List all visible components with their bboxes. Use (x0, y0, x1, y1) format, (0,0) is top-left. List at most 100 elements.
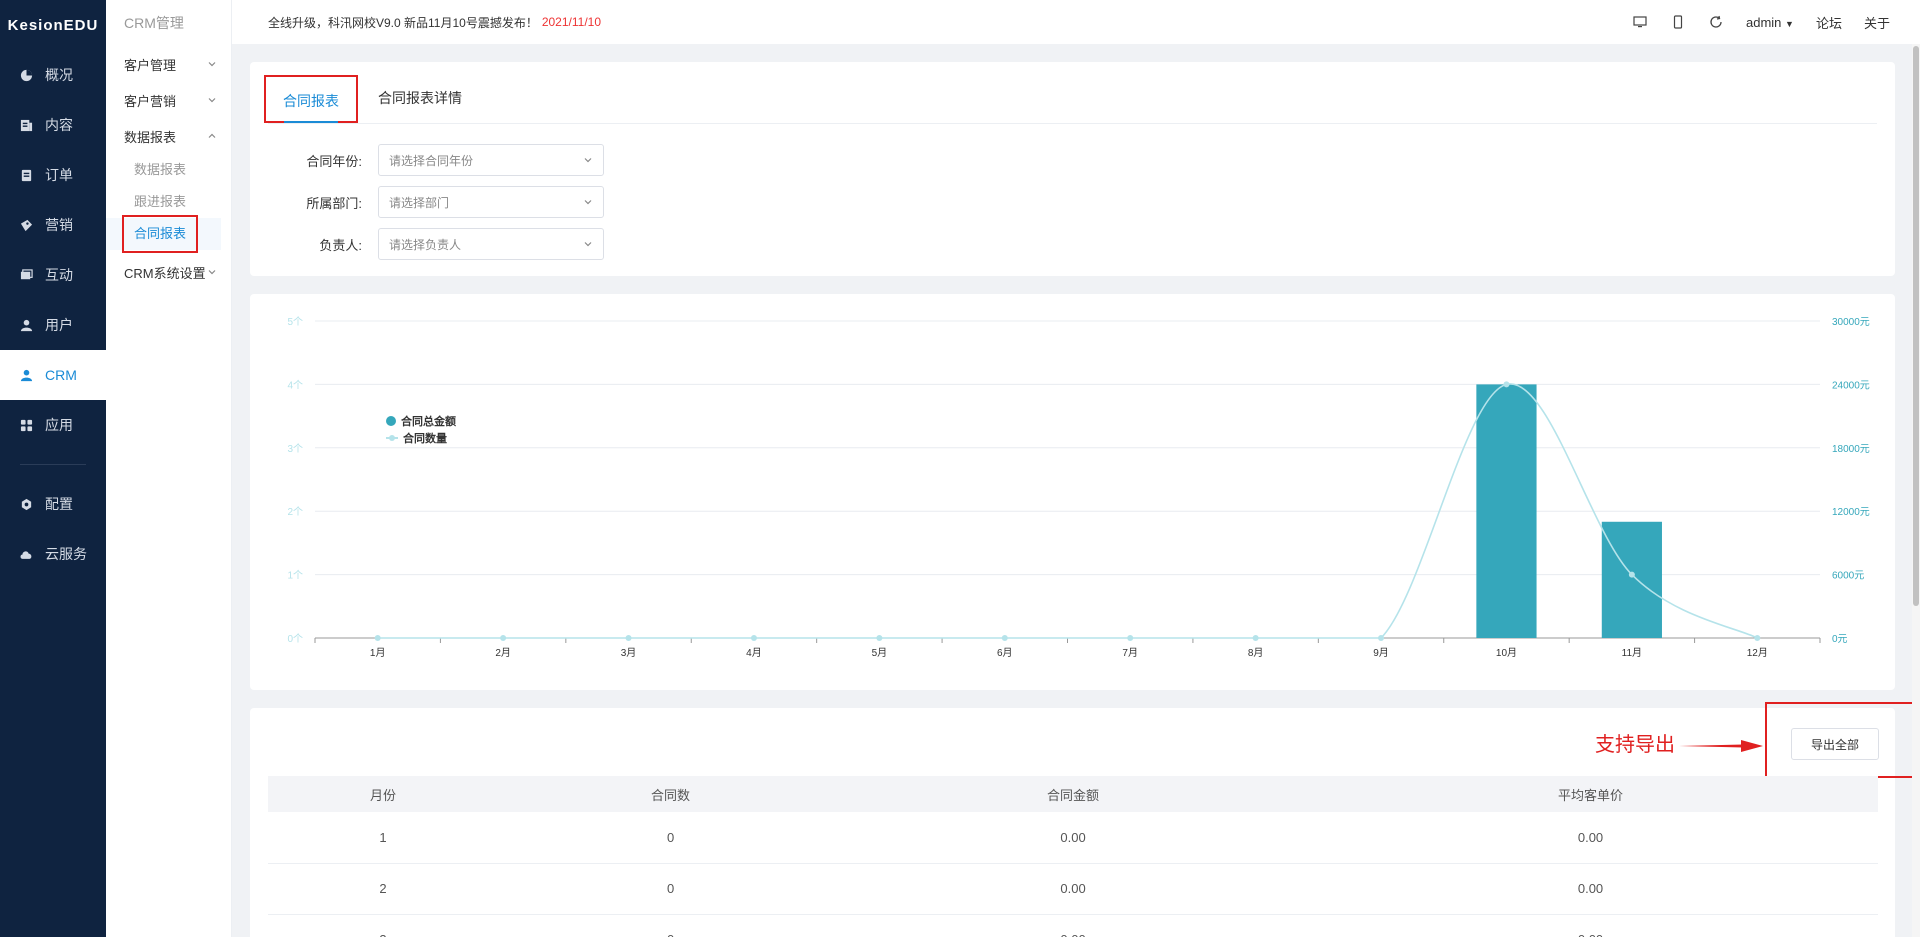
submenu-group-customers[interactable]: 客户管理 (106, 46, 231, 82)
user-menu[interactable]: admin ▼ (1746, 15, 1794, 30)
cell: 0.00 (1303, 863, 1878, 915)
user-icon (19, 318, 33, 332)
nav-item-apps[interactable]: 应用 (0, 400, 106, 450)
submenu-item-data-report[interactable]: 数据报表 (106, 154, 231, 186)
report-tabs: 合同报表 合同报表详情 (264, 62, 1877, 124)
nav-item-interaction[interactable]: 互动 (0, 250, 106, 300)
nav-item-content[interactable]: 内容 (0, 100, 106, 150)
submenu-item-followup-report[interactable]: 跟进报表 (106, 186, 231, 218)
select-placeholder: 请选择合同年份 (389, 153, 474, 168)
col-month: 月份 (268, 776, 499, 812)
submenu-group-crm-settings[interactable]: CRM系统设置 (106, 254, 231, 290)
x-tick-label: 4月 (746, 647, 762, 659)
table-row: 1 0 0.00 0.00 (268, 812, 1878, 864)
chart-legend: 合同总金额 合同数量 (386, 412, 456, 446)
submenu-group-marketing[interactable]: 客户营销 (106, 82, 231, 118)
nav-label: 概况 (45, 67, 73, 83)
nav-label: 订单 (45, 167, 73, 183)
interaction-icon (19, 268, 33, 282)
nav-label: 内容 (45, 117, 73, 133)
apps-icon (19, 418, 33, 432)
filter-year-row: 合同年份: 请选择合同年份 (250, 144, 604, 176)
cell: 0.00 (843, 863, 1304, 915)
x-tick-label: 11月 (1622, 647, 1642, 659)
nav-label: 云服务 (45, 546, 87, 562)
owner-select[interactable]: 请选择负责人 (378, 228, 604, 260)
x-tick-label: 3月 (621, 647, 637, 659)
bar (1601, 521, 1662, 638)
cell: 0.00 (843, 812, 1304, 864)
logo: KesionEDU (7, 16, 99, 34)
chevron-down-icon (208, 62, 216, 67)
export-annotation: 支持导出 (1595, 734, 1675, 756)
top-bar-actions: admin ▼ 论坛 关于 (1632, 0, 1890, 44)
legend-label: 合同数量 (403, 432, 447, 445)
cell: 3 (268, 914, 499, 937)
nav-item-cloud[interactable]: 云服务 (0, 529, 106, 579)
line-point (1628, 571, 1635, 578)
forum-link[interactable]: 论坛 (1816, 13, 1842, 32)
col-contract-count: 合同数 (498, 776, 844, 812)
right-tick-label: 0元 (1832, 634, 1848, 645)
left-tick-label: 1个 (287, 570, 303, 582)
tab-contract-report[interactable]: 合同报表 (264, 75, 358, 123)
chart-card: 0个 1个 2个 3个 4个 5个 0元 6000元 12000元 18000元 24000元 300… (250, 294, 1895, 690)
filter-label: 负责人: (319, 237, 362, 253)
nav-label: CRM (45, 367, 77, 383)
nav-item-overview[interactable]: 概况 (0, 50, 106, 100)
nav-item-config[interactable]: 配置 (0, 479, 106, 529)
nav-label: 配置 (45, 496, 73, 512)
username: admin (1746, 14, 1782, 30)
department-select[interactable]: 请选择部门 (378, 186, 604, 218)
table-card: 支持导出 导出全部 月份 合同数 合同金额 平均客单价 1 0 0.00 0.0… (250, 702, 1920, 937)
nav-item-marketing[interactable]: 营销 (0, 200, 106, 250)
scrollbar-thumb[interactable] (1913, 46, 1919, 606)
main-nav: KesionEDU 概况 内容 订单 营销 互动 用户 CRM 应用 配置 云服… (0, 0, 106, 937)
nav-label: 营销 (45, 217, 73, 233)
nav-item-user[interactable]: 用户 (0, 300, 106, 350)
nav-label: 互动 (45, 267, 73, 283)
line-point (625, 635, 632, 641)
refresh-icon[interactable] (1708, 14, 1724, 30)
nav-item-order[interactable]: 订单 (0, 150, 106, 200)
cell: 0 (498, 914, 844, 937)
page-scrollbar[interactable] (1912, 44, 1920, 937)
filter-card: 合同报表 合同报表详情 合同年份: 请选择合同年份 所属部门: 请选择部门 负责… (250, 62, 1895, 276)
table-row: 2 0 0.00 0.00 (268, 863, 1878, 915)
legend-item-amount[interactable]: 合同总金额 (386, 412, 456, 429)
cloud-icon (19, 547, 33, 561)
right-tick-label: 18000元 (1832, 444, 1870, 455)
table-header-row: 月份 合同数 合同金额 平均客单价 (268, 776, 1878, 812)
chevron-up-icon (208, 133, 216, 138)
top-bar: 全线升级，科汛网校V9.0 新品11月10号震撼发布！ 2021/11/10 a… (232, 0, 1920, 44)
about-link[interactable]: 关于 (1864, 13, 1890, 32)
tab-contract-report-detail[interactable]: 合同报表详情 (378, 88, 462, 108)
nav-label: 应用 (45, 417, 73, 433)
x-tick-label: 10月 (1496, 647, 1517, 659)
legend-item-count[interactable]: 合同数量 (386, 429, 456, 446)
highlight-box-submenu (122, 215, 198, 253)
dashboard-icon (19, 68, 33, 82)
crm-icon (19, 368, 33, 382)
x-tick-label: 2月 (495, 647, 511, 659)
table-row: 3 0 0.00 0.00 (268, 914, 1878, 937)
submenu-group-reports[interactable]: 数据报表 (106, 118, 231, 154)
legend-line (386, 434, 398, 441)
line-point (750, 635, 757, 641)
group-label: 客户营销 (124, 93, 177, 109)
line-point (1503, 381, 1510, 388)
mobile-icon[interactable] (1670, 14, 1686, 30)
nav-item-crm[interactable]: CRM (0, 350, 106, 400)
contract-chart: 0个 1个 2个 3个 4个 5个 0元 6000元 12000元 18000元 24000元 300… (287, 316, 1870, 659)
group-label: 客户管理 (124, 57, 177, 73)
desktop-icon[interactable] (1632, 14, 1648, 30)
chevron-down-icon (584, 158, 592, 163)
filter-label: 所属部门: (306, 195, 362, 211)
x-tick-label: 5月 (872, 647, 888, 659)
x-tick-label: 8月 (1248, 647, 1264, 659)
content-icon (19, 118, 33, 132)
cell: 1 (268, 812, 499, 864)
year-select[interactable]: 请选择合同年份 (378, 144, 604, 176)
export-all-button[interactable]: 导出全部 (1791, 728, 1879, 760)
line-point (1252, 635, 1259, 641)
